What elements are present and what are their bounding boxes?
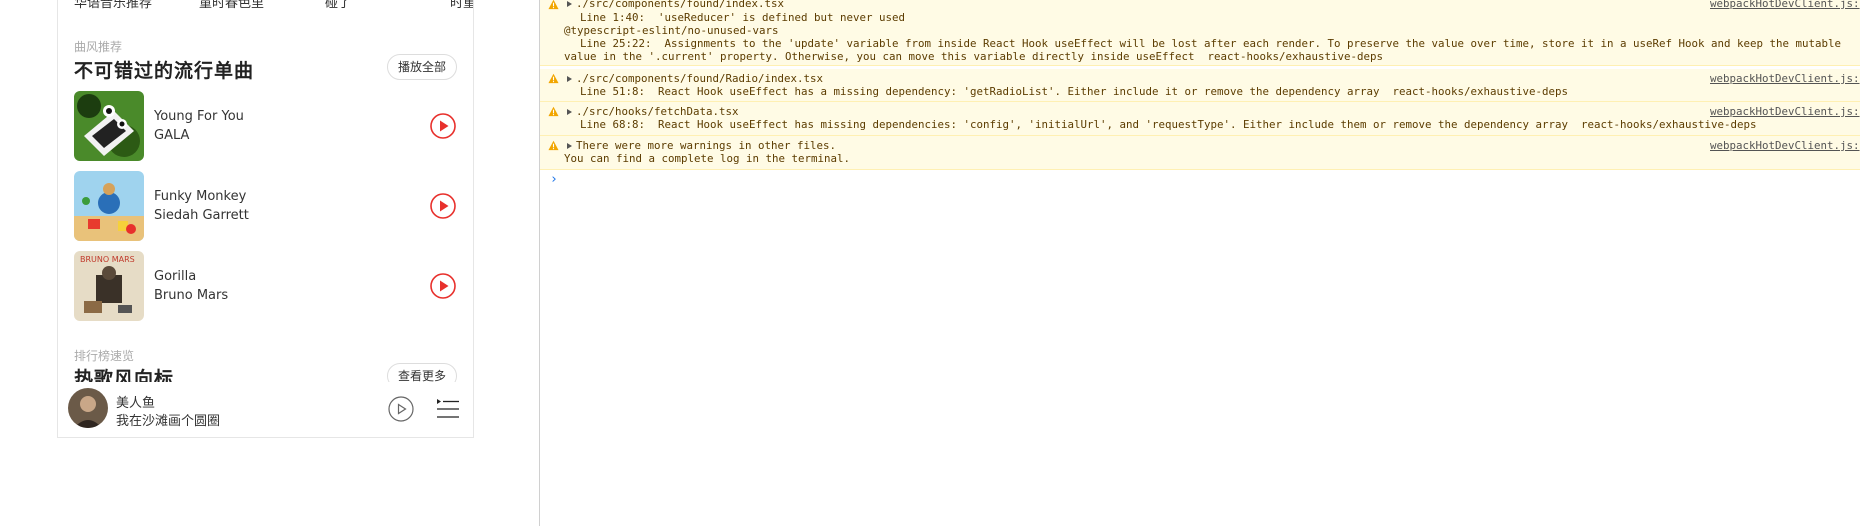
song-artist: Bruno Mars xyxy=(154,288,229,303)
song-item[interactable]: Young For You GALA xyxy=(74,91,457,163)
warning-message: Line 1:40: 'useReducer' is defined but n… xyxy=(567,11,906,24)
playlist-title[interactable]: 时重 xyxy=(450,0,473,11)
song-name: Young For You xyxy=(154,109,244,124)
album-cover-rio xyxy=(74,171,144,241)
warning-file[interactable]: ./src/components/found/Radio/index.tsx xyxy=(567,72,823,86)
devtools-console: ./src/components/found/index.tsx Line 1:… xyxy=(540,0,1860,526)
warning-file[interactable]: ./src/components/found/index.tsx xyxy=(567,0,784,11)
console-warning: ./src/components/found/Radio/index.tsx L… xyxy=(540,69,1860,102)
warning-message: Line 68:8: React Hook useEffect has miss… xyxy=(567,118,1757,131)
now-playing-avatar[interactable] xyxy=(68,388,108,428)
song-name: Gorilla xyxy=(154,269,197,284)
section-subtitle: 曲风推荐 xyxy=(74,40,123,54)
play-circle-icon[interactable] xyxy=(429,112,457,140)
warning-message: value in the '.current' property. Otherw… xyxy=(564,50,1384,63)
console-warning: ./src/hooks/fetchData.tsx Line 68:8: Rea… xyxy=(540,102,1860,136)
album-cover-gala xyxy=(74,91,144,161)
console-prompt[interactable]: › xyxy=(550,172,558,187)
song-artist: GALA xyxy=(154,128,190,143)
section-title: 不可错过的流行单曲 xyxy=(74,60,255,82)
source-link[interactable]: webpackHotDevClient.js: xyxy=(1710,0,1860,11)
playlist-icon[interactable] xyxy=(435,396,461,422)
now-playing-subtitle: 我在沙滩画个圆圈 xyxy=(116,414,221,429)
expand-triangle-icon[interactable] xyxy=(567,76,572,82)
song-artist: Siedah Garrett xyxy=(154,208,249,223)
warning-icon xyxy=(548,140,559,151)
album-cover-bruno-mars: BRUNO MARS xyxy=(74,251,144,321)
play-circle-icon[interactable] xyxy=(429,272,457,300)
source-link[interactable]: webpackHotDevClient.js: xyxy=(1710,72,1860,86)
playlist-title[interactable]: 童时春色里 xyxy=(199,0,264,11)
warning-file[interactable]: There were more warnings in other files. xyxy=(567,139,836,153)
console-warning: There were more warnings in other files.… xyxy=(540,136,1860,170)
expand-triangle-icon[interactable] xyxy=(567,143,572,149)
source-link[interactable]: webpackHotDevClient.js: xyxy=(1710,105,1860,119)
warning-message: Line 25:22: Assignments to the 'update' … xyxy=(567,37,1842,50)
expand-triangle-icon[interactable] xyxy=(567,1,572,7)
warning-message: @typescript-eslint/no-unused-vars xyxy=(564,24,779,37)
song-name: Funky Monkey xyxy=(154,189,247,204)
mini-player: 美人鱼 我在沙滩画个圆圈 xyxy=(58,382,473,437)
play-icon[interactable] xyxy=(388,396,414,422)
svg-text:BRUNO MARS: BRUNO MARS xyxy=(80,255,135,264)
play-circle-icon[interactable] xyxy=(429,192,457,220)
warning-icon xyxy=(548,106,559,117)
playlist-title[interactable]: 华语音乐推荐 xyxy=(74,0,152,11)
warning-icon xyxy=(548,73,559,84)
warning-message: You can find a complete log in the termi… xyxy=(564,152,851,165)
play-all-button[interactable]: 播放全部 xyxy=(386,54,457,80)
song-item[interactable]: Funky Monkey Siedah Garrett xyxy=(74,171,457,243)
recommend-row: 华语音乐推荐 童时春色里 碰了 时重 xyxy=(58,0,473,14)
console-warning: ./src/components/found/index.tsx Line 1:… xyxy=(540,0,1860,66)
playlist-title[interactable]: 碰了 xyxy=(325,0,351,11)
source-link[interactable]: webpackHotDevClient.js: xyxy=(1710,139,1860,153)
mobile-app-preview: 华语音乐推荐 童时春色里 碰了 时重 曲风推荐 不可错过的流行单曲 播放全部 Y… xyxy=(57,0,474,438)
section-subtitle: 排行榜速览 xyxy=(74,349,135,363)
song-item[interactable]: BRUNO MARS Gorilla Bruno Mars xyxy=(74,251,457,323)
warning-file[interactable]: ./src/hooks/fetchData.tsx xyxy=(567,105,739,119)
expand-triangle-icon[interactable] xyxy=(567,109,572,115)
now-playing-title: 美人鱼 xyxy=(116,396,156,411)
warning-icon xyxy=(548,0,559,10)
warning-message: Line 51:8: React Hook useEffect has a mi… xyxy=(567,85,1569,98)
